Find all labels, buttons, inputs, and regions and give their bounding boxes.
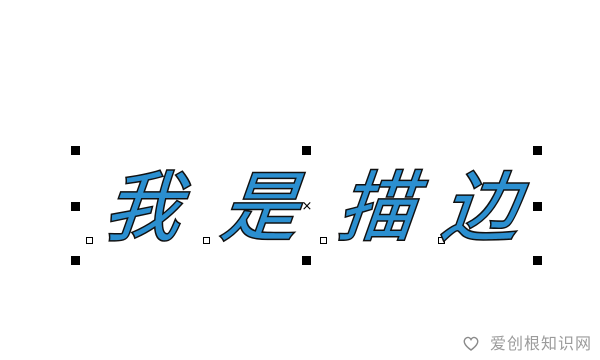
outlined-character: 我 [99,162,187,254]
selection-handle-top-middle[interactable] [302,146,311,155]
heart-logo-icon [463,336,479,351]
selection-handle-bottom-left[interactable] [71,256,80,265]
outlined-character: 描 [333,162,421,254]
selection-handle-top-left[interactable] [71,146,80,155]
selection-handle-bottom-right[interactable] [533,256,542,265]
selection-handle-middle-left[interactable] [71,202,80,211]
watermark-text: 爱创根知识网 [489,334,592,353]
outlined-character: 是 [216,162,304,254]
drawing-canvas[interactable]: × 我 是 描 边 爱创根知识网 [0,0,600,360]
selection-handle-top-right[interactable] [533,146,542,155]
outlined-character: 边 [437,162,525,254]
